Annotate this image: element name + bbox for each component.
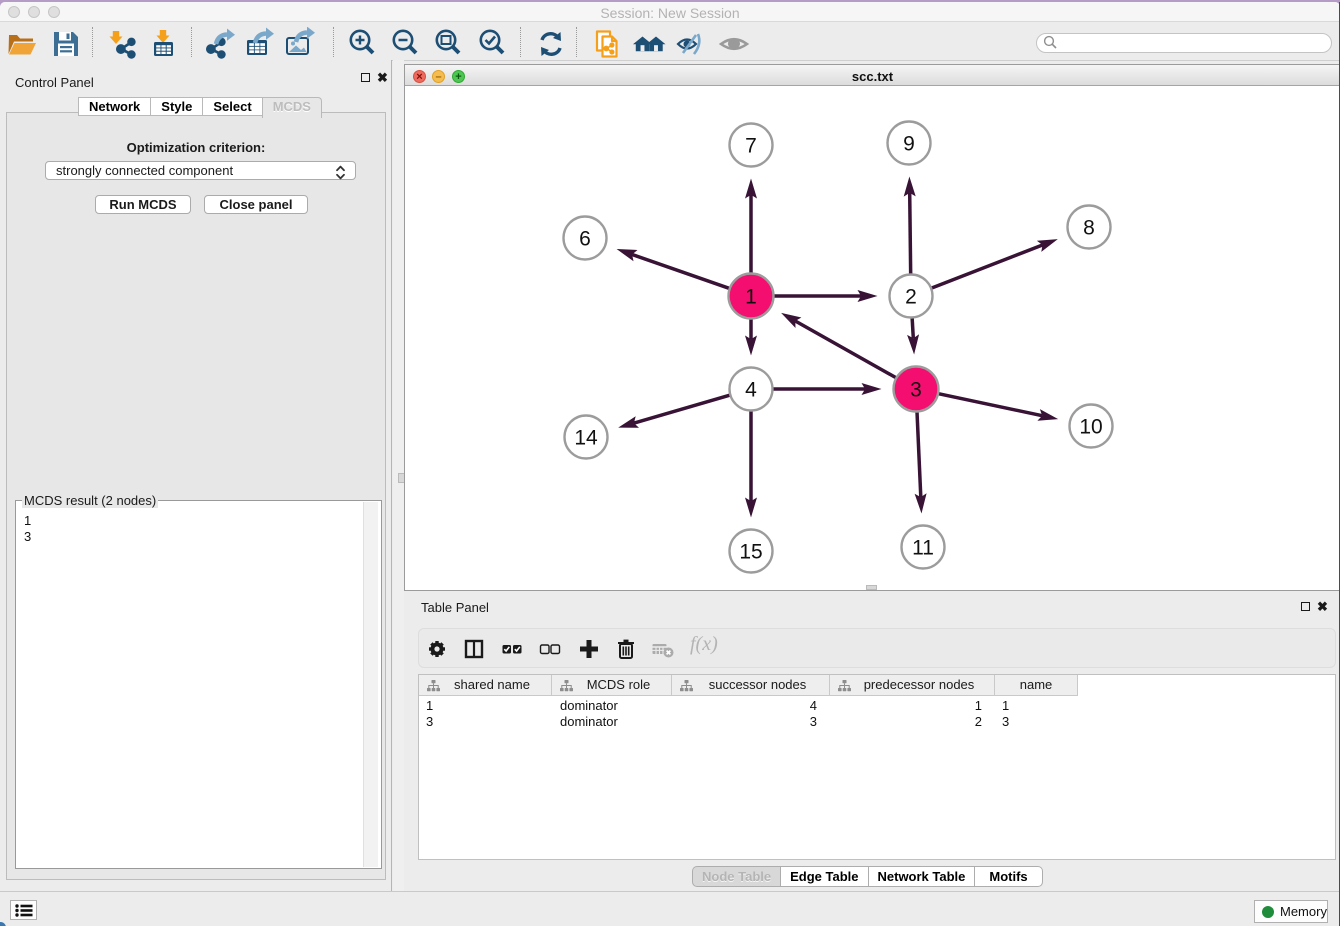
svg-text:10: 10 xyxy=(1079,416,1102,439)
svg-text:9: 9 xyxy=(903,133,915,156)
svg-text:8: 8 xyxy=(1083,217,1095,240)
svg-text:3: 3 xyxy=(910,379,922,402)
svg-text:4: 4 xyxy=(745,379,757,402)
svg-text:6: 6 xyxy=(579,228,591,251)
svg-text:2: 2 xyxy=(905,286,917,309)
svg-text:15: 15 xyxy=(739,541,762,564)
svg-text:14: 14 xyxy=(574,427,598,450)
svg-text:1: 1 xyxy=(745,286,757,309)
svg-text:7: 7 xyxy=(745,135,757,158)
svg-text:11: 11 xyxy=(912,537,934,560)
